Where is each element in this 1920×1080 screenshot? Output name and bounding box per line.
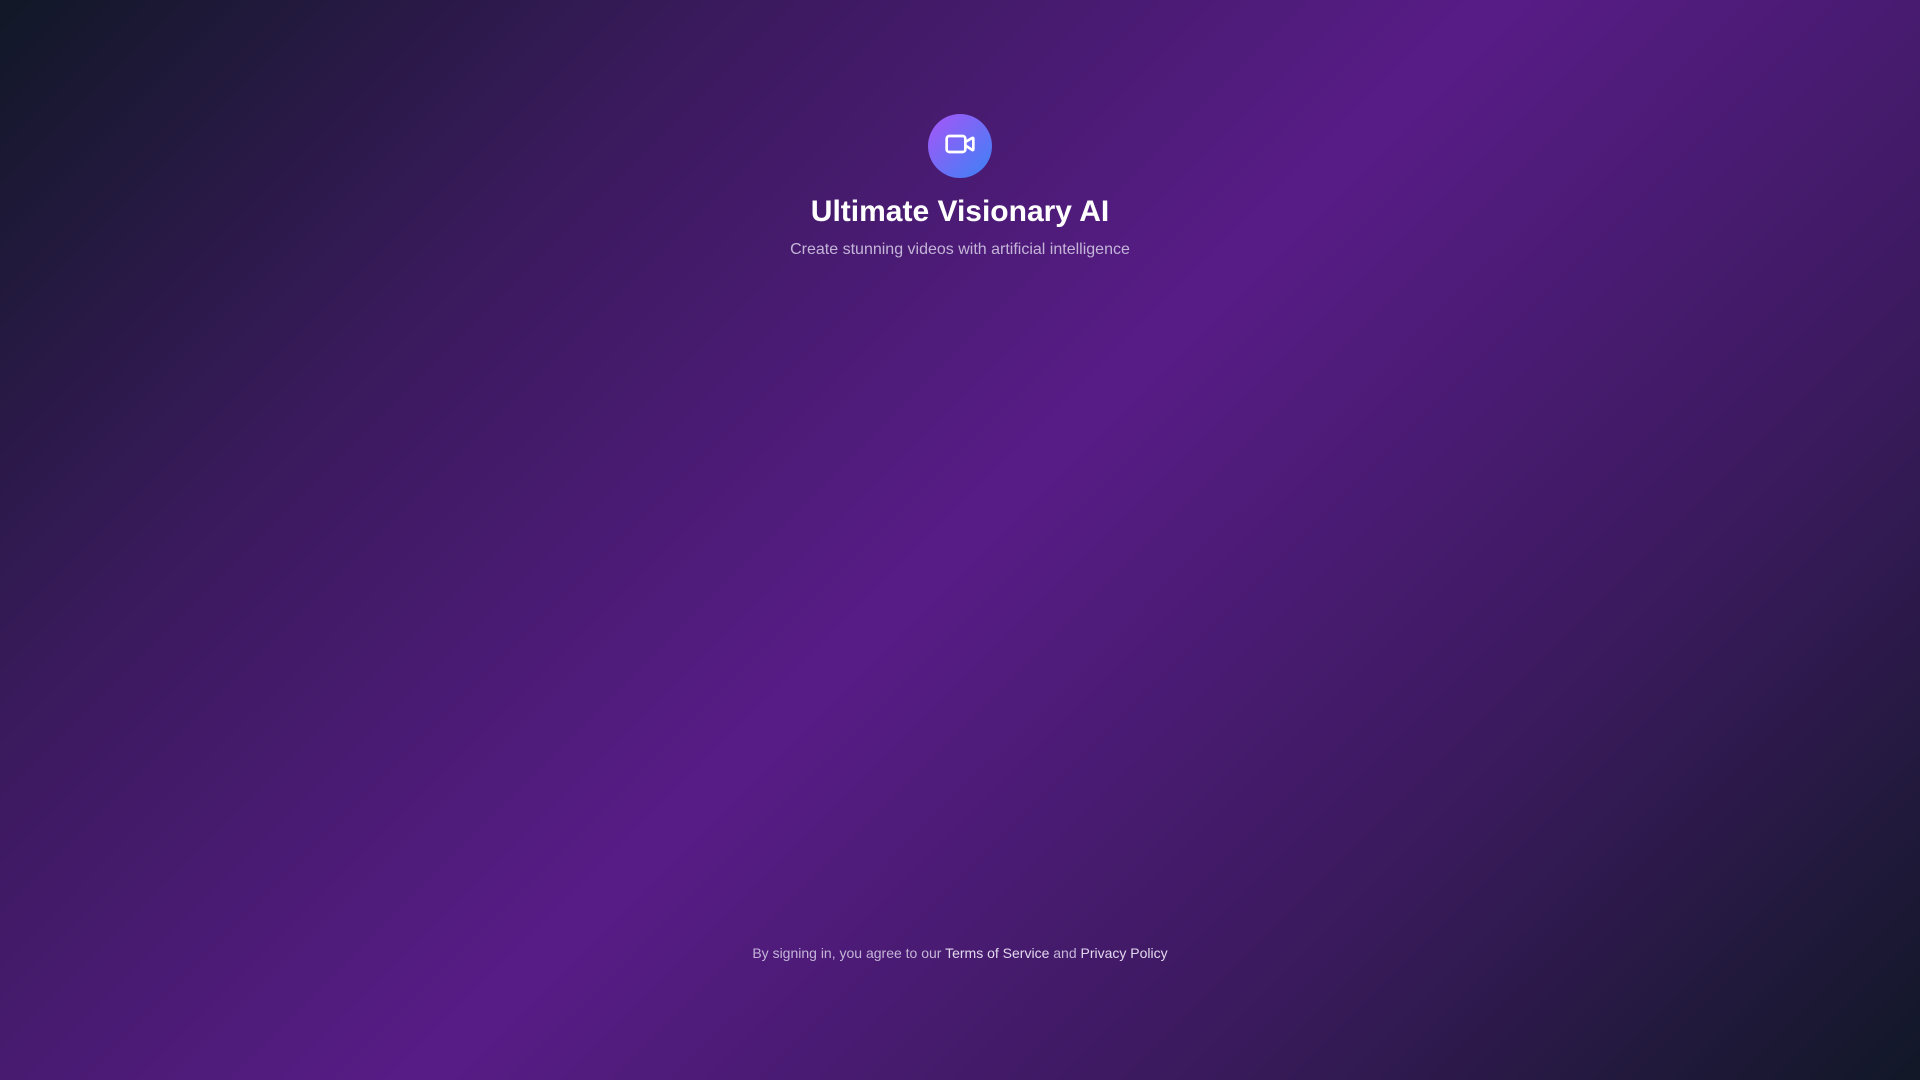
legal-notice-conjunction: and bbox=[1049, 945, 1081, 961]
app-logo bbox=[928, 114, 992, 178]
app-title: Ultimate Visionary AI bbox=[810, 195, 1110, 228]
legal-notice: By signing in, you agree to our Terms of… bbox=[0, 943, 1920, 963]
terms-of-service-link[interactable]: Terms of Service bbox=[945, 945, 1049, 961]
app-header: Ultimate Visionary AI Create stunning vi… bbox=[0, 114, 1920, 262]
app-subtitle: Create stunning videos with artificial i… bbox=[790, 241, 1130, 258]
privacy-policy-link[interactable]: Privacy Policy bbox=[1081, 945, 1168, 961]
legal-notice-prefix: By signing in, you agree to our bbox=[752, 945, 946, 961]
video-camera-icon bbox=[944, 128, 976, 165]
